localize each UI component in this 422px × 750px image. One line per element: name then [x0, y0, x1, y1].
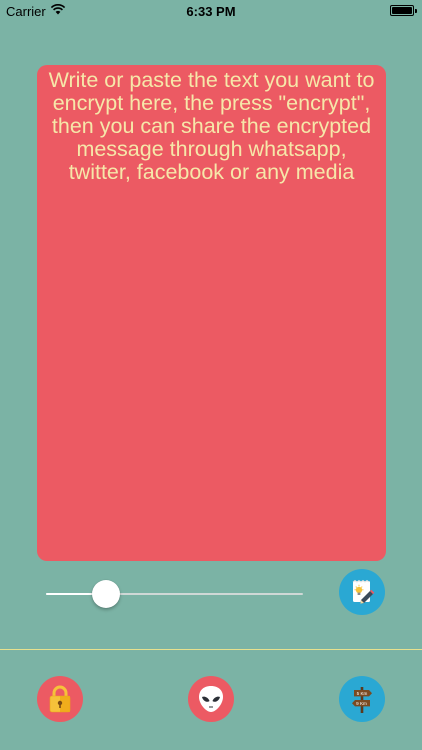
status-bar: Carrier 6:33 PM — [0, 0, 422, 22]
lock-icon — [49, 685, 71, 713]
decrypt-button[interactable] — [188, 676, 234, 722]
distance-button[interactable]: 5 Km 9 Km — [339, 676, 385, 722]
signpost-icon: 5 Km 9 Km — [352, 687, 372, 713]
divider-line — [0, 649, 422, 650]
note-pencil-icon — [352, 579, 375, 604]
clock: 6:33 PM — [186, 4, 236, 19]
signpost-top-label: 5 Km — [357, 691, 368, 696]
slider-thumb[interactable] — [91, 580, 120, 608]
encrypt-button[interactable] — [37, 676, 83, 722]
alien-icon — [199, 686, 223, 712]
message-text-area[interactable]: Write or paste the text you want to encr… — [37, 65, 386, 561]
battery-icon — [390, 5, 417, 16]
encryption-slider[interactable] — [46, 578, 303, 608]
paste-note-button[interactable] — [339, 569, 385, 615]
signpost-bottom-label: 9 Km — [356, 701, 367, 706]
message-placeholder: Write or paste the text you want to encr… — [48, 68, 375, 184]
